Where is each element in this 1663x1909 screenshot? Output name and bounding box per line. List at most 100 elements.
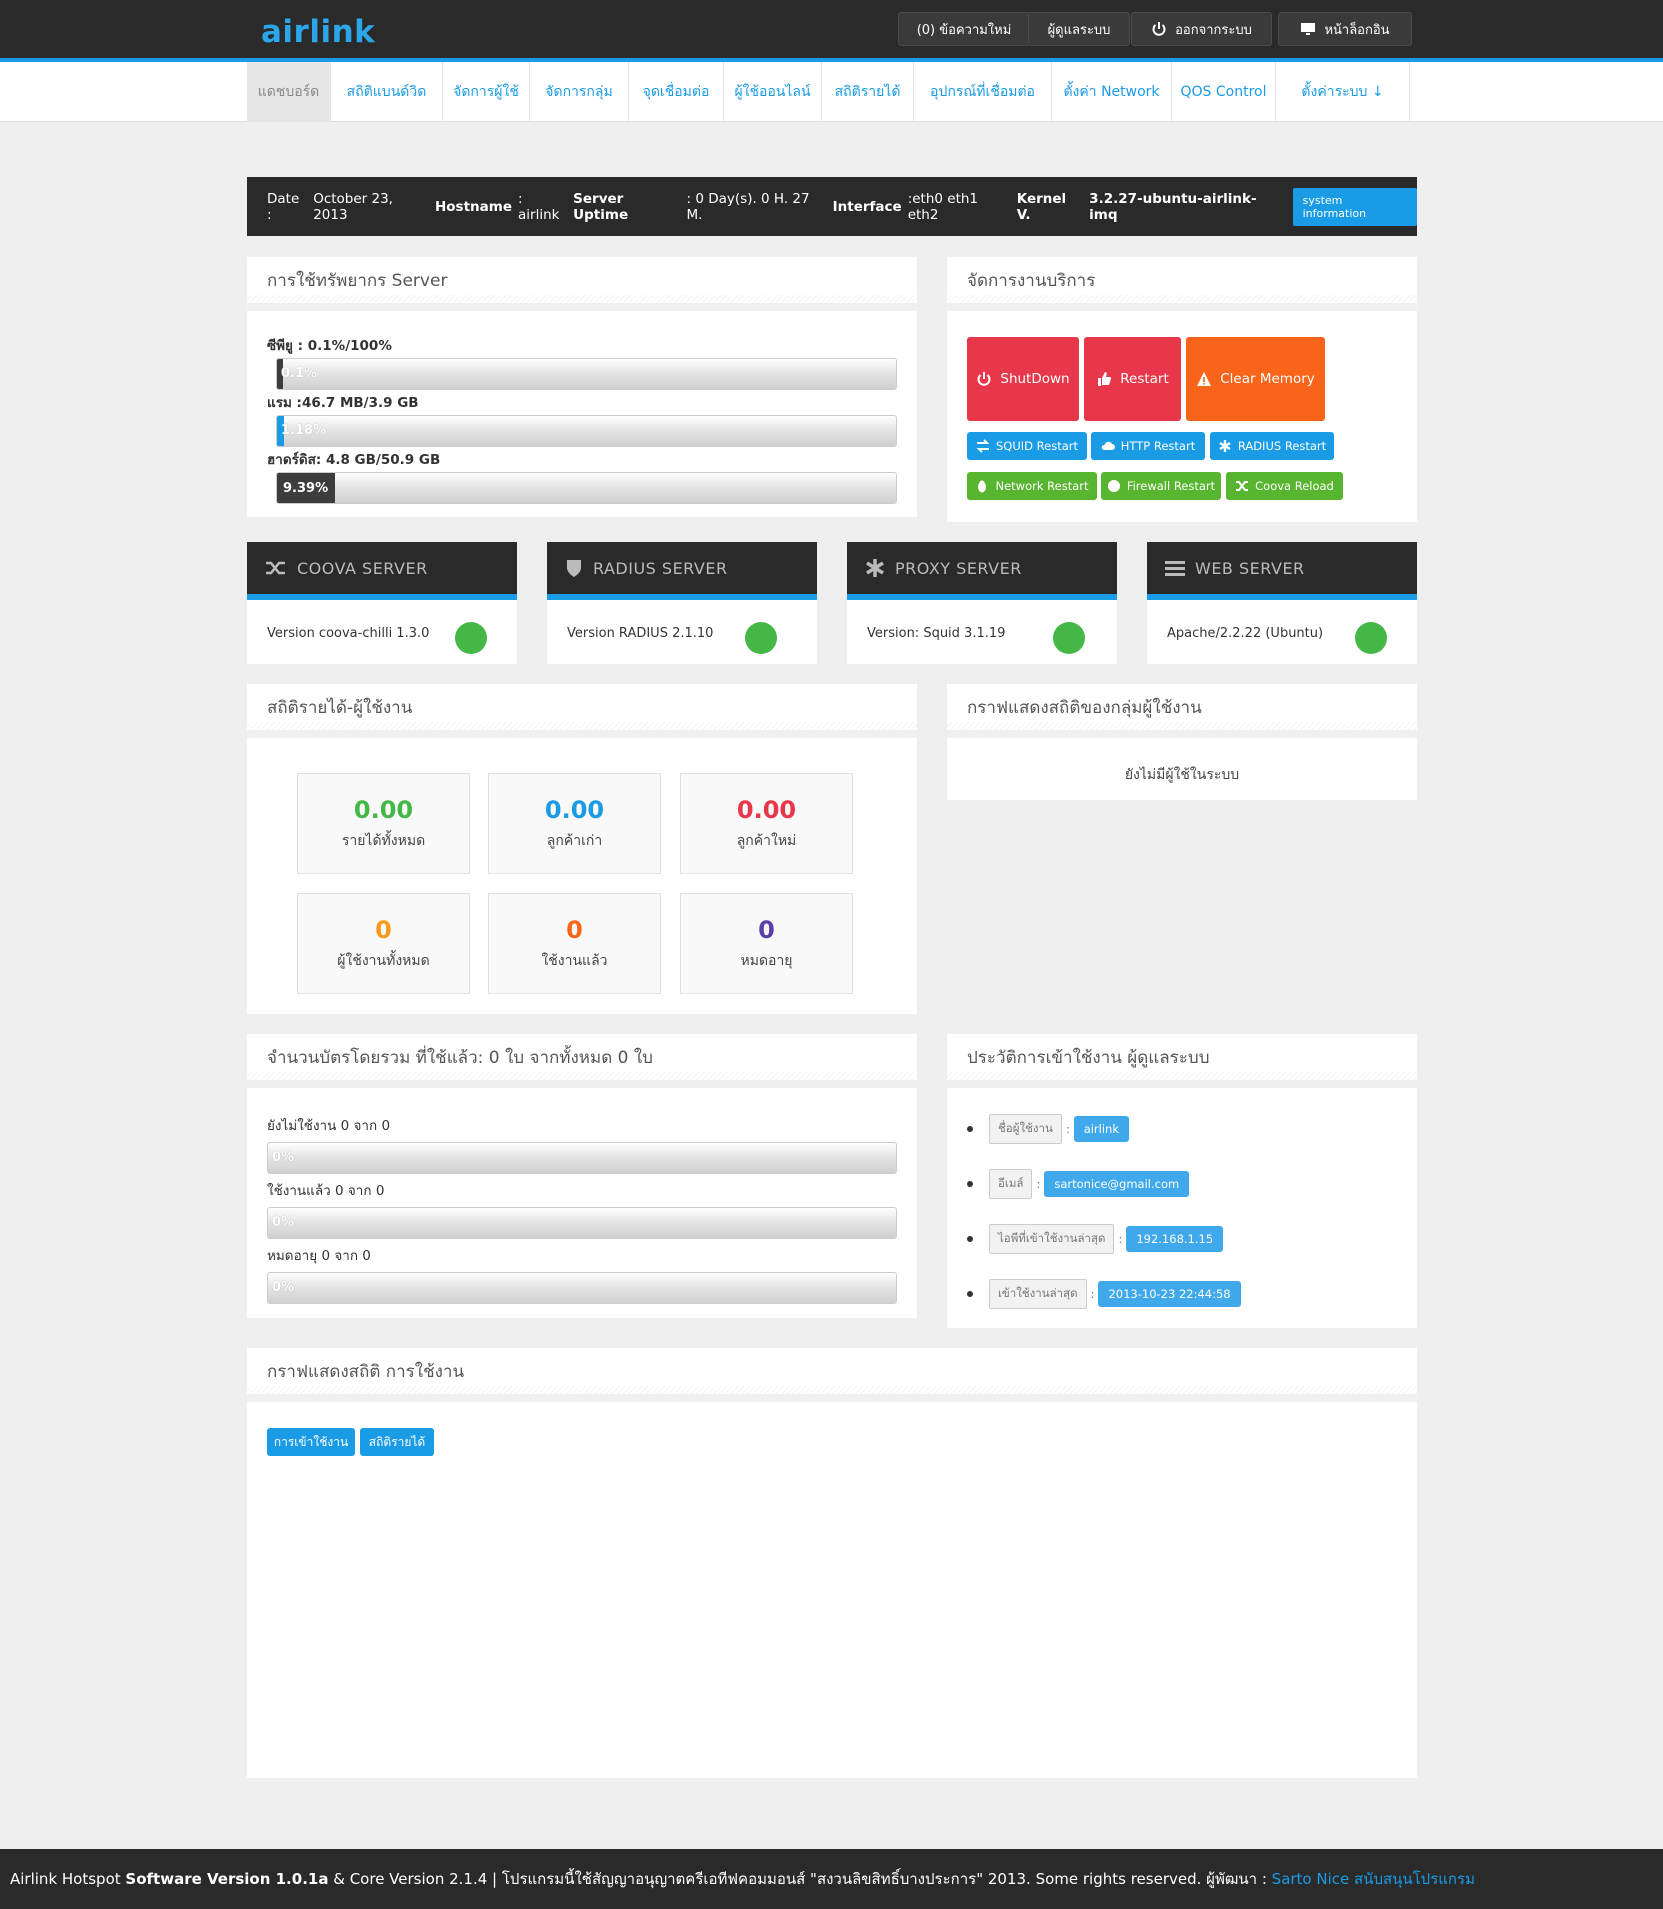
unused-cards-percent: 0%: [272, 1150, 295, 1165]
firewall-restart-label: Firewall Restart: [1126, 479, 1216, 493]
history-value: airlink: [1073, 1116, 1129, 1142]
nav-bandwidth[interactable]: สถิติแบนด์วิด: [331, 62, 443, 122]
cloud-icon: [1101, 441, 1115, 450]
nav-qos[interactable]: QOS Control: [1172, 62, 1276, 122]
stat-total-users: 0 ผู้ใช้งานทั้งหมด: [297, 893, 470, 994]
stat-value: 0: [375, 915, 392, 944]
coova-version: Version coova-chilli 1.3.0: [267, 626, 430, 641]
hostname-label: Hostname: [434, 198, 512, 215]
nav-settings[interactable]: ตั้งค่าระบบ ↓: [1276, 62, 1410, 122]
used-cards-percent: 0%: [272, 1215, 295, 1230]
expired-cards-label: หมดอายุ 0 จาก 0: [267, 1248, 371, 1264]
messages-button[interactable]: (0) ข้อความใหม่: [898, 12, 1030, 46]
nav-groups[interactable]: จัดการกลุ่ม: [530, 62, 629, 122]
coova-server-title: COOVA SERVER: [297, 558, 428, 578]
stat-value: 0.00: [736, 795, 797, 824]
radius-restart-button[interactable]: RADIUS Restart: [1210, 432, 1334, 460]
logout-label: ออกจากระบบ: [1175, 22, 1252, 38]
clear-memory-button[interactable]: Clear Memory: [1186, 337, 1325, 421]
nav-online-users[interactable]: ผู้ใช้ออนไลน์: [724, 62, 822, 122]
history-value: sartonice@gmail.com: [1044, 1171, 1190, 1197]
history-row: อีเมล์: sartonice@gmail.com: [967, 1169, 1190, 1199]
stat-old-customers: 0.00 ลูกค้าเก่า: [488, 773, 661, 874]
shield-icon: [567, 560, 581, 577]
squid-restart-button[interactable]: SQUID Restart: [967, 432, 1087, 460]
group-chart-title: กราฟแสดงสถิติของกลุ่มผู้ใช้งาน: [947, 684, 1417, 738]
squid-restart-label: SQUID Restart: [995, 439, 1078, 453]
history-value: 2013-10-23 22:44:58: [1098, 1281, 1241, 1307]
disk-progress-bar: 9.39%: [276, 472, 897, 504]
nav-network[interactable]: ตั้งค่า Network: [1052, 62, 1172, 122]
web-status-indicator: [1355, 622, 1387, 654]
main-nav: แดชบอร์ด สถิติแบนด์วิด จัดการผู้ใช้ จัดก…: [0, 62, 1663, 122]
http-restart-button[interactable]: HTTP Restart: [1091, 432, 1205, 460]
usage-tab-button[interactable]: การเข้าใช้งาน: [267, 1428, 355, 1456]
stat-value: 0: [758, 915, 775, 944]
revenue-tab-button[interactable]: สถิติรายได้: [360, 1428, 434, 1456]
unused-cards-bar: 0%: [267, 1142, 897, 1174]
history-key: เข้าใช้งานล่าสุด: [989, 1279, 1087, 1309]
used-cards-bar: 0%: [267, 1207, 897, 1239]
asterisk-icon: [866, 559, 884, 577]
shield-icon: [1107, 480, 1120, 492]
logout-button[interactable]: ออกจากระบบ: [1131, 12, 1272, 46]
cards-panel: จำนวนบัตรโดยรวม ที่ใช้แล้ว: 0 ใบ จากทั้ง…: [247, 1034, 917, 1318]
messages-label: (0) ข้อความใหม่: [916, 22, 1012, 38]
cards-title: จำนวนบัตรโดยรวม ที่ใช้แล้ว: 0 ใบ จากทั้ง…: [247, 1034, 917, 1088]
firewall-restart-button[interactable]: Firewall Restart: [1101, 472, 1221, 500]
logo[interactable]: airlink: [261, 14, 375, 50]
radius-version: Version RADIUS 2.1.10: [567, 626, 714, 641]
expired-cards-percent: 0%: [272, 1280, 295, 1295]
clear-memory-label: Clear Memory: [1220, 371, 1315, 387]
footer-product: Airlink Hotspot: [10, 1870, 121, 1888]
admin-button[interactable]: ผู้ดูแลระบบ: [1028, 12, 1130, 46]
stat-caption: ผู้ใช้งานทั้งหมด: [337, 952, 430, 969]
kernel-value: 3.2.27-ubuntu-airlink-imq: [1089, 190, 1257, 223]
warning-icon: [1197, 372, 1212, 386]
linux-icon: [978, 480, 987, 493]
restart-button[interactable]: Restart: [1084, 337, 1181, 421]
stat-expired: 0 หมดอายุ: [680, 893, 853, 994]
thumbs-up-icon: [1098, 372, 1112, 386]
usage-chart-panel: กราฟแสดงสถิติ การใช้งาน การเข้าใช้งาน สถ…: [247, 1348, 1417, 1778]
proxy-server-title: PROXY SERVER: [895, 558, 1022, 578]
web-version: Apache/2.2.22 (Ubuntu): [1167, 626, 1324, 641]
nav-revenue[interactable]: สถิติรายได้: [822, 62, 914, 122]
footer-support-link[interactable]: สนับสนุนโปรแกรม: [1354, 1867, 1475, 1891]
expired-cards-bar: 0%: [267, 1272, 897, 1304]
unused-cards-label: ยังไม่ใช้งาน 0 จาก 0: [267, 1118, 391, 1134]
shutdown-button[interactable]: ShutDown: [967, 337, 1079, 421]
coova-reload-button[interactable]: Coova Reload: [1226, 472, 1343, 500]
nav-dashboard[interactable]: แดชบอร์ด: [247, 62, 331, 122]
date-label: Date :: [267, 190, 300, 223]
uptime-value: : 0 Day(s). 0 H. 27 M.: [686, 190, 810, 223]
coova-status-indicator: [455, 622, 487, 654]
login-page-button[interactable]: หน้าล็อกอิน: [1278, 12, 1412, 46]
history-row: ชื่อผู้ใช้งาน: airlink: [967, 1114, 1129, 1144]
nav-users[interactable]: จัดการผู้ใช้: [443, 62, 530, 122]
monitor-icon: [1301, 23, 1316, 35]
list-icon: [1165, 561, 1185, 576]
group-chart-panel: กราฟแสดงสถิติของกลุ่มผู้ใช้งาน ยังไม่มีผ…: [947, 684, 1417, 800]
system-info-bar: Date : October 23, 2013 Hostname: airlink…: [247, 177, 1417, 236]
system-information-button[interactable]: system information: [1292, 187, 1417, 226]
top-bar: airlink (0) ข้อความใหม่ ผู้ดูแลระบบ ออกจ…: [0, 0, 1663, 62]
radius-server-title: RADIUS SERVER: [593, 558, 728, 578]
history-key: ชื่อผู้ใช้งาน: [989, 1114, 1062, 1144]
network-restart-button[interactable]: Network Restart: [967, 472, 1097, 500]
history-key: ไอพีที่เข้าใช้งานล่าสุด: [989, 1224, 1115, 1254]
footer-author-link[interactable]: Sarto Nice: [1272, 1870, 1350, 1888]
footer: Airlink Hotspot Software Version 1.0.1a …: [0, 1849, 1663, 1909]
history-row: ไอพีที่เข้าใช้งานล่าสุด:192.168.1.15: [967, 1224, 1224, 1254]
login-page-label: หน้าล็อกอิน: [1324, 22, 1390, 38]
shutdown-label: ShutDown: [1000, 371, 1070, 387]
proxy-version: Version: Squid 3.1.19: [867, 626, 1006, 641]
cpu-label: ซีพียู : 0.1%/100%: [267, 338, 392, 354]
usage-chart-title: กราฟแสดงสถิติ การใช้งาน: [247, 1348, 1417, 1402]
web-server-title: WEB SERVER: [1195, 558, 1305, 578]
nav-access-points[interactable]: จุดเชื่อมต่อ: [629, 62, 724, 122]
nav-devices[interactable]: อุปกรณ์ที่เชื่อมต่อ: [914, 62, 1052, 122]
stat-used: 0 ใช้งานแล้ว: [488, 893, 661, 994]
coova-reload-label: Coova Reload: [1255, 479, 1334, 493]
stat-caption: หมดอายุ: [740, 952, 793, 969]
